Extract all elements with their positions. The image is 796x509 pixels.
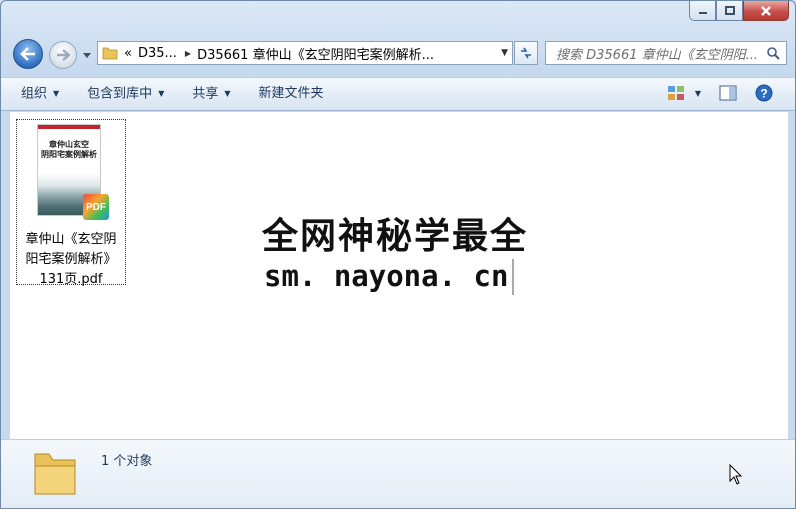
watermark-line-1: 全网神秘学最全	[262, 216, 529, 257]
new-folder-button[interactable]: 新建文件夹	[251, 81, 332, 107]
share-menu[interactable]: 共享 ▼	[184, 81, 238, 107]
thumbnail-title-1: 章仲山玄空	[49, 139, 89, 149]
folder-icon	[102, 47, 118, 60]
share-label: 共享	[192, 86, 219, 102]
close-icon	[761, 5, 771, 16]
item-count: 1 个对象	[101, 454, 153, 469]
arrow-right-icon	[57, 49, 70, 61]
forward-button[interactable]	[49, 41, 77, 69]
breadcrumb-current[interactable]: D35661 章仲山《玄空阴阳宅案例解析...	[197, 44, 434, 63]
thumbnail-header-bar	[38, 125, 100, 129]
view-controls: ▼ ?	[667, 84, 773, 102]
chevron-down-icon: ▼	[158, 89, 165, 98]
new-folder-label: 新建文件夹	[258, 86, 324, 101]
caption-buttons	[689, 1, 789, 21]
chevron-down-icon: ▼	[224, 89, 231, 98]
file-list[interactable]: · · · 章仲山玄空 阴阳宅案例解析 PDF 章仲山《玄空阴 阳宅案例解析》 …	[9, 112, 789, 439]
close-button[interactable]	[743, 1, 789, 21]
include-in-library-label: 包含到库中	[87, 86, 153, 102]
back-button[interactable]	[13, 39, 43, 69]
preview-pane-icon[interactable]	[719, 85, 737, 101]
file-name-line: 阳宅案例解析》	[25, 252, 117, 267]
explorer-window: « D35... ▶ D35661 章仲山《玄空阴阳宅案例解析... ▼ 搜索 …	[0, 0, 796, 509]
minimize-icon	[698, 11, 707, 14]
organize-menu[interactable]: 组织 ▼	[13, 81, 67, 107]
chevron-down-icon: ▼	[53, 89, 60, 98]
refresh-button[interactable]	[514, 41, 538, 65]
file-name[interactable]: 章仲山《玄空阴 阳宅案例解析》 131页.pdf	[17, 230, 125, 290]
refresh-icon	[521, 47, 531, 59]
breadcrumb-segment[interactable]: D35...	[138, 46, 177, 61]
navigation-bar: « D35... ▶ D35661 章仲山《玄空阴阳宅案例解析... ▼ 搜索 …	[1, 37, 795, 71]
maximize-icon	[724, 5, 735, 15]
address-bar[interactable]: « D35... ▶ D35661 章仲山《玄空阴阳宅案例解析... ▼	[97, 41, 513, 65]
search-icon[interactable]	[766, 46, 780, 60]
change-view-button[interactable]: ▼	[667, 85, 701, 101]
file-name-line: 章仲山《玄空阴	[25, 232, 117, 247]
thumbnail-title-2: 阴阳宅案例解析	[41, 149, 97, 159]
mouse-pointer-icon	[729, 464, 743, 485]
text-caret	[512, 259, 514, 295]
chevron-down-icon[interactable]: ▼	[695, 89, 701, 98]
chevron-down-icon	[83, 52, 91, 58]
pdf-app-icon: PDF	[83, 194, 109, 220]
minimize-button[interactable]	[689, 1, 716, 21]
breadcrumb-overflow[interactable]: «	[124, 46, 132, 61]
search-placeholder: 搜索 D35661 章仲山《玄空阴阳...	[556, 47, 759, 63]
breadcrumb-arrow-icon[interactable]: ▶	[185, 49, 191, 58]
search-input[interactable]: 搜索 D35661 章仲山《玄空阴阳...	[545, 41, 787, 65]
svg-text:?: ?	[760, 87, 767, 101]
include-in-library-menu[interactable]: 包含到库中 ▼	[79, 81, 172, 107]
thumbnail-decoration: · · ·	[66, 131, 72, 135]
file-name-line: 131页.pdf	[39, 272, 103, 287]
command-bar: 组织 ▼ 包含到库中 ▼ 共享 ▼ 新建文件夹 ▼ ?	[1, 77, 795, 111]
maximize-button[interactable]	[716, 1, 743, 21]
organize-label: 组织	[21, 86, 48, 102]
recent-pages-dropdown[interactable]	[81, 49, 93, 61]
help-icon[interactable]: ?	[755, 84, 773, 102]
arrow-left-icon	[20, 47, 35, 61]
folder-icon	[34, 453, 76, 495]
details-pane: 1 个对象	[1, 439, 795, 508]
address-dropdown-icon[interactable]: ▼	[501, 48, 508, 58]
watermark-overlay: 全网神秘学最全 sm. nayona. cn	[254, 207, 550, 305]
file-item[interactable]: · · · 章仲山玄空 阴阳宅案例解析 PDF 章仲山《玄空阴 阳宅案例解析》 …	[16, 119, 126, 287]
watermark-line-2: sm. nayona. cn	[264, 259, 509, 293]
view-options-icon	[667, 86, 684, 100]
